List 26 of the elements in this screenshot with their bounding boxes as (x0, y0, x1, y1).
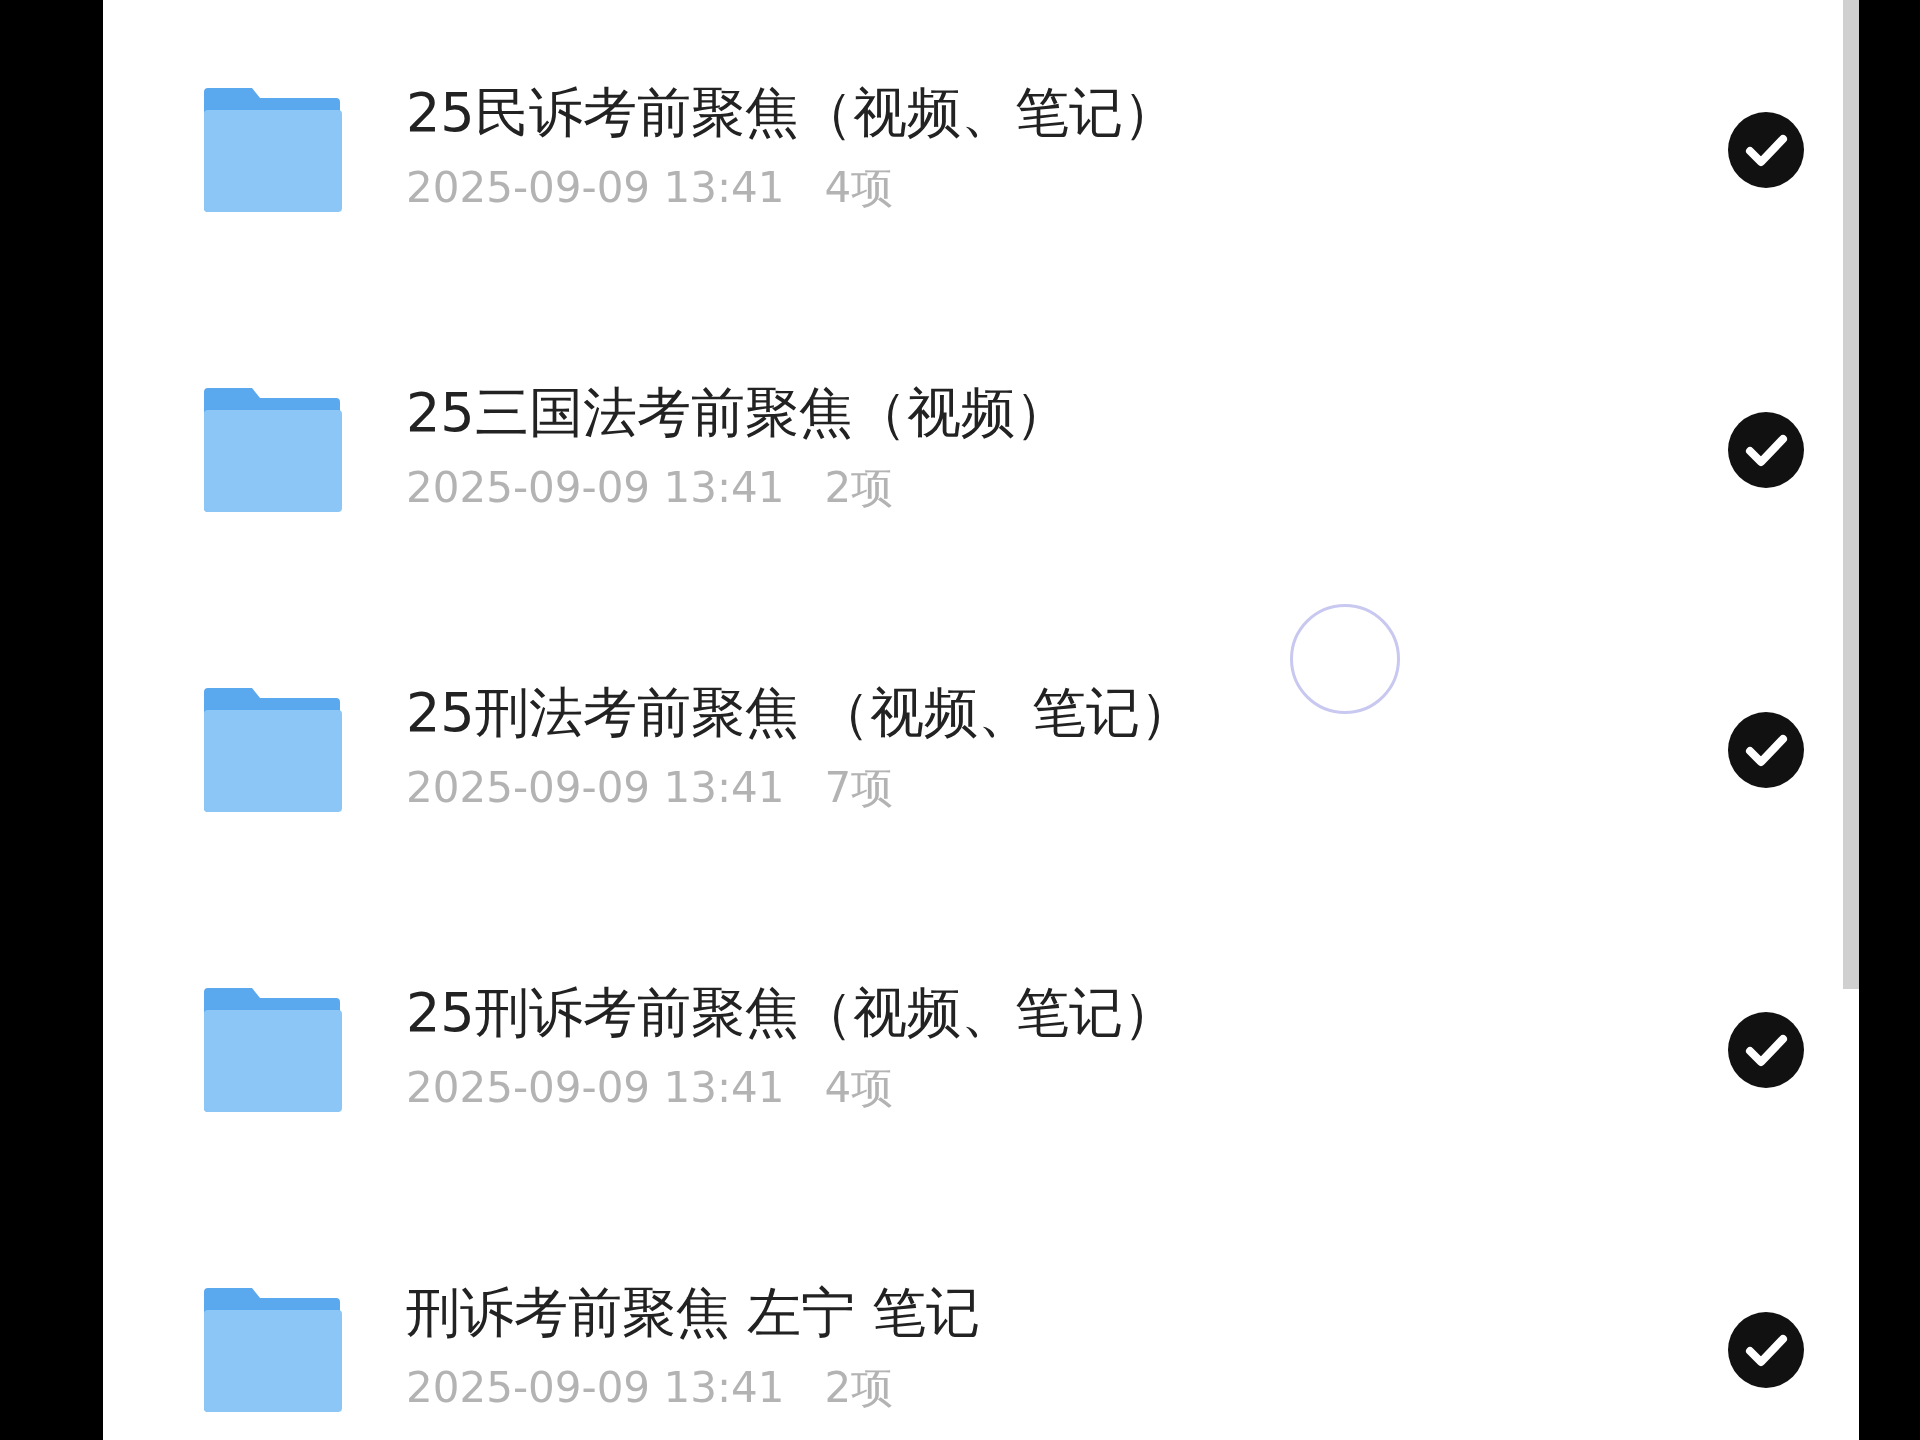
folder-date: 2025-09-09 13:41 (406, 1367, 785, 1410)
checked-circle-icon[interactable] (1728, 412, 1804, 488)
folder-name[interactable]: 25民诉考前聚焦（视频、笔记） (406, 80, 1728, 146)
item-count: 2项 (824, 1367, 894, 1410)
folder-name[interactable]: 25刑法考前聚焦 （视频、笔记） (406, 680, 1728, 746)
folder-name[interactable]: 刑诉考前聚焦 左宁 笔记 (406, 1280, 1728, 1346)
item-count: 7项 (824, 767, 894, 810)
folder-name[interactable]: 25三国法考前聚焦（视频） (406, 380, 1728, 446)
folder-date: 2025-09-09 13:41 (406, 767, 785, 810)
folder-icon (202, 388, 342, 512)
item-count: 4项 (824, 167, 894, 210)
checked-circle-icon[interactable] (1728, 1012, 1804, 1088)
folder-icon (202, 688, 342, 812)
folder-icon (202, 1288, 342, 1412)
folder-date: 2025-09-09 13:41 (406, 467, 785, 510)
item-count: 2项 (824, 467, 894, 510)
folder-date: 2025-09-09 13:41 (406, 167, 785, 210)
folder-date: 2025-09-09 13:41 (406, 1067, 785, 1110)
folder-icon (202, 88, 342, 212)
checked-circle-icon[interactable] (1728, 1312, 1804, 1388)
folder-icon (202, 988, 342, 1112)
checked-circle-icon[interactable] (1728, 112, 1804, 188)
checked-circle-icon[interactable] (1728, 712, 1804, 788)
folder-name[interactable]: 25刑诉考前聚焦（视频、笔记） (406, 980, 1728, 1046)
touch-indicator-icon (1290, 604, 1400, 714)
item-count: 4项 (824, 1067, 894, 1110)
